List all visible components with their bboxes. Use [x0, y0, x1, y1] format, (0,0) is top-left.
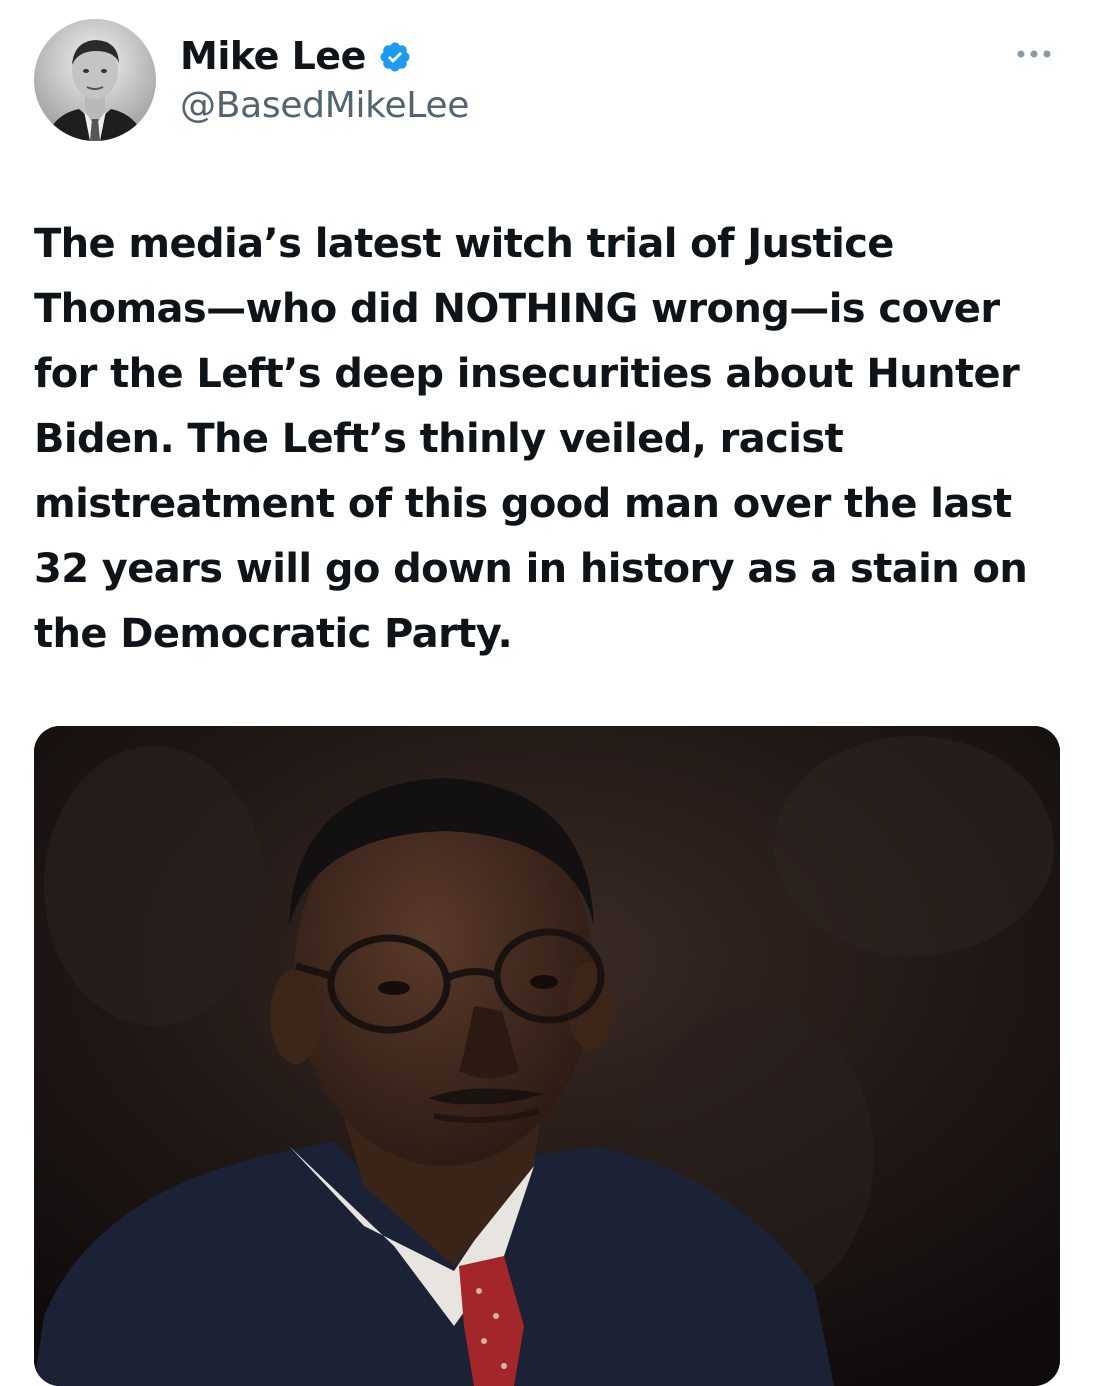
author-handle[interactable]: @BasedMikeLee	[180, 84, 469, 128]
author-display-name[interactable]: Mike Lee	[180, 34, 366, 78]
avatar-photo	[34, 19, 156, 141]
verified-badge-icon	[378, 39, 412, 73]
tweet-text: The media’s latest witch trial of Justic…	[34, 221, 1028, 657]
tweet-media-photo[interactable]	[34, 726, 1060, 1386]
more-options-icon[interactable]	[1014, 40, 1054, 68]
author-name-row[interactable]: Mike Lee	[180, 34, 412, 78]
author-avatar[interactable]	[34, 19, 156, 141]
portrait-photo	[34, 726, 1060, 1386]
